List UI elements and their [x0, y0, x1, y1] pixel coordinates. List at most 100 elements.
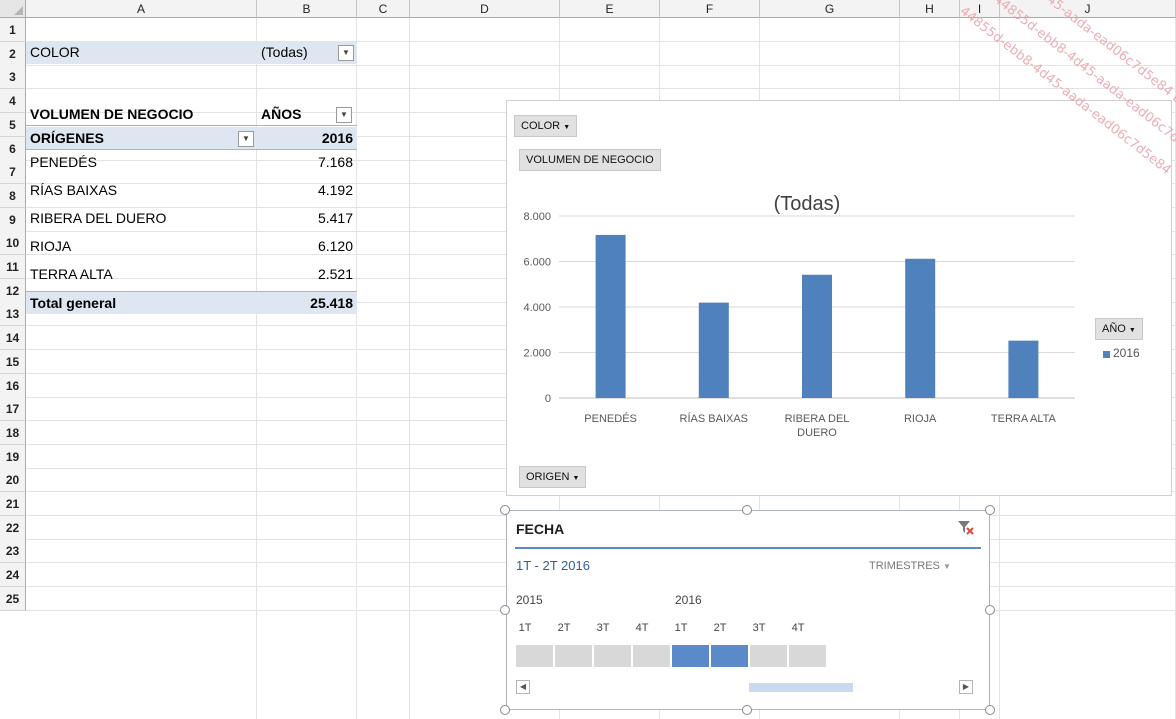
- gridline-horizontal: [26, 88, 1176, 89]
- resize-handle-br[interactable]: [985, 705, 995, 715]
- column-header-a[interactable]: A: [26, 0, 257, 18]
- y-tick-label: 0: [545, 393, 551, 405]
- resize-handle-b[interactable]: [742, 705, 752, 715]
- row-header-20[interactable]: 20: [0, 468, 26, 492]
- x-tick-label: DUERO: [797, 427, 837, 439]
- row-header-6[interactable]: 6: [0, 137, 26, 161]
- row-header-17[interactable]: 17: [0, 397, 26, 421]
- year-label-2015: 2015: [516, 593, 543, 607]
- origin-field-button[interactable]: ORIGEN ▼: [519, 466, 587, 488]
- timeline-tile-selected[interactable]: [711, 645, 749, 667]
- column-header-d[interactable]: D: [410, 0, 560, 18]
- resize-handle-bl[interactable]: [500, 705, 510, 715]
- bar-4[interactable]: [905, 258, 936, 398]
- quarter-label: 2T: [713, 622, 727, 634]
- row-header-24[interactable]: 24: [0, 563, 26, 587]
- column-header-h[interactable]: H: [900, 0, 960, 18]
- timeline-scroll-right[interactable]: ▶: [959, 680, 973, 694]
- row-field-dropdown[interactable]: ▼: [238, 131, 254, 147]
- row-header-13[interactable]: 13: [0, 302, 26, 326]
- row-header-12[interactable]: 12: [0, 279, 26, 303]
- row-header-4[interactable]: 4: [0, 89, 26, 113]
- column-header-b[interactable]: B: [257, 0, 357, 18]
- pivot-row-label: TERRA ALTA: [30, 266, 113, 282]
- row-header-11[interactable]: 11: [0, 255, 26, 279]
- quarter-label: 3T: [596, 622, 610, 634]
- time-level-dropdown[interactable]: TRIMESTRES ▼: [869, 560, 951, 572]
- slicer-selected-range: 1T - 2T 2016: [516, 558, 590, 573]
- pivot-filter-dropdown[interactable]: ▼: [338, 45, 354, 61]
- timeline-tile-selected[interactable]: [672, 645, 710, 667]
- timeline-scroll-left[interactable]: ◀: [516, 680, 530, 694]
- row-header-23[interactable]: 23: [0, 539, 26, 563]
- bar-1[interactable]: [595, 234, 626, 398]
- row-header-8[interactable]: 8: [0, 184, 26, 208]
- pivot-total-value: 25.418: [257, 291, 357, 314]
- row-header-10[interactable]: 10: [0, 231, 26, 255]
- slicer-title: FECHA: [516, 521, 565, 537]
- bar-2[interactable]: [698, 302, 729, 398]
- bar-3[interactable]: [802, 274, 832, 398]
- row-header-14[interactable]: 14: [0, 326, 26, 350]
- pivot-row-label: PENEDÉS: [30, 154, 97, 170]
- column-header-e[interactable]: E: [560, 0, 660, 18]
- row-header-18[interactable]: 18: [0, 421, 26, 445]
- row-header-3[interactable]: 3: [0, 65, 26, 89]
- resize-handle-tl[interactable]: [500, 505, 510, 515]
- filter-clear-icon[interactable]: [956, 519, 976, 537]
- legend-swatch: [1103, 351, 1110, 358]
- slicer-title-underline: [515, 547, 981, 549]
- pivot-total-label: Total general: [26, 291, 257, 314]
- timeline-tile[interactable]: [789, 645, 827, 667]
- y-tick-label: 4.000: [523, 302, 551, 314]
- row-header-2[interactable]: 2: [0, 42, 26, 66]
- row-header-22[interactable]: 22: [0, 516, 26, 540]
- x-tick-label: PENEDÉS: [584, 412, 637, 425]
- column-header-c[interactable]: C: [357, 0, 410, 18]
- origin-field-label: ORIGEN: [526, 471, 570, 483]
- row-header-21[interactable]: 21: [0, 492, 26, 516]
- row-header-9[interactable]: 9: [0, 208, 26, 232]
- row-header-1[interactable]: 1: [0, 18, 26, 42]
- timeline-tile[interactable]: [594, 645, 632, 667]
- time-level-label: TRIMESTRES: [869, 560, 940, 572]
- timeline-scroll-thumb[interactable]: [749, 683, 853, 692]
- row-header-15[interactable]: 15: [0, 350, 26, 374]
- arrow-left-icon: ◀: [519, 682, 527, 691]
- year-field-button[interactable]: AÑO ▼: [1095, 318, 1143, 340]
- year-field-label: AÑO: [1102, 323, 1126, 335]
- pivot-row-value: 4.192: [317, 182, 353, 198]
- timeline-tile[interactable]: [516, 645, 554, 667]
- chevron-down-icon: ▼: [340, 110, 348, 119]
- quarter-label: 4T: [635, 622, 649, 634]
- timeline-tile[interactable]: [633, 645, 671, 667]
- arrow-right-icon: ▶: [962, 682, 970, 691]
- y-tick-label: 6.000: [523, 257, 551, 269]
- pivot-row-value: 7.168: [317, 154, 353, 170]
- row-header-7[interactable]: 7: [0, 160, 26, 184]
- resize-handle-t[interactable]: [742, 505, 752, 515]
- row-header-25[interactable]: 25: [0, 587, 26, 611]
- resize-handle-l[interactable]: [500, 605, 510, 615]
- pivot-row-value: 2.521: [317, 266, 353, 282]
- resize-handle-tr[interactable]: [985, 505, 995, 515]
- resize-handle-r[interactable]: [985, 605, 995, 615]
- pivot-row-label: RIBERA DEL DUERO: [30, 210, 167, 226]
- select-all-corner[interactable]: [0, 0, 26, 18]
- date-slicer[interactable]: FECHA 1T - 2T 2016 TRIMESTRES ▼ 2015 201…: [506, 510, 990, 710]
- column-header-f[interactable]: F: [660, 0, 760, 18]
- row-header-16[interactable]: 16: [0, 374, 26, 398]
- pivot-chart[interactable]: COLOR ▼ VOLUMEN DE NEGOCIO (Todas) 0 2.00…: [506, 100, 1172, 496]
- timeline-tile[interactable]: [555, 645, 593, 667]
- pivot-col-value: 2016: [257, 127, 357, 150]
- pivot-filter-label: COLOR: [26, 41, 257, 64]
- bar-5[interactable]: [1008, 340, 1039, 398]
- chevron-down-icon: ▼: [942, 562, 951, 571]
- x-tick-label: RIBERA DEL: [785, 413, 850, 425]
- row-header-19[interactable]: 19: [0, 445, 26, 469]
- column-header-g[interactable]: G: [760, 0, 900, 18]
- timeline-tile[interactable]: [750, 645, 788, 667]
- pivot-filter-value: (Todas): [261, 44, 308, 60]
- col-field-dropdown[interactable]: ▼: [336, 107, 352, 123]
- row-header-5[interactable]: 5: [0, 113, 26, 137]
